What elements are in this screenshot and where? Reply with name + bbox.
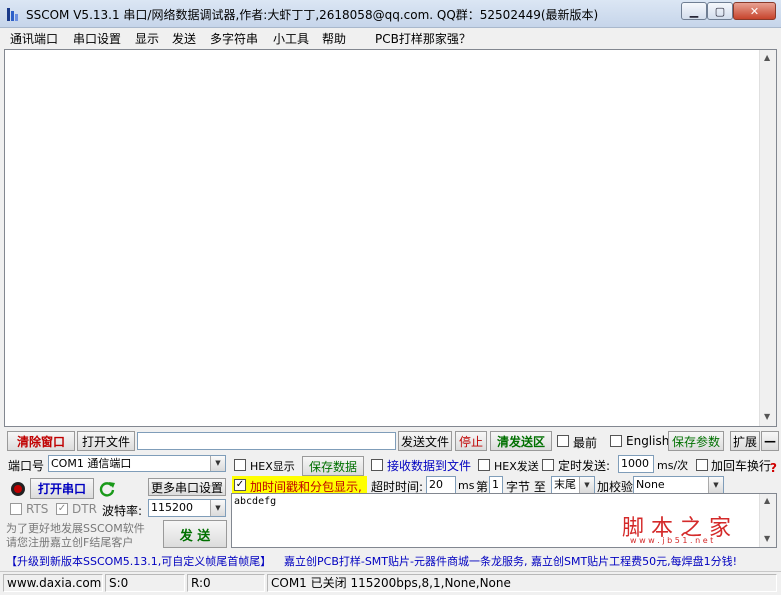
clear-send-button[interactable]: 清发送区 bbox=[490, 431, 552, 451]
rts-checkbox[interactable] bbox=[10, 503, 22, 515]
window-title: SSCOM V5.13.1 串口/网络数据调试器,作者:大虾丁丁,2618058… bbox=[26, 8, 599, 22]
menu-help[interactable]: 帮助 bbox=[322, 30, 346, 47]
byte-end-select[interactable]: 末尾 ▼ bbox=[551, 476, 595, 494]
save-params-button[interactable]: 保存参数 bbox=[668, 431, 724, 451]
chevron-down-icon[interactable]: ▼ bbox=[579, 477, 594, 493]
ticker-promo-link[interactable]: 嘉立创PCB打样-SMT贴片-元器件商城一条龙服务, 嘉立创SMT贴片工程费50… bbox=[284, 553, 737, 569]
menu-bar: 通讯端口 串口设置 显示 发送 多字符串 小工具 帮助 PCB打样那家强？ bbox=[0, 28, 781, 48]
refresh-icon[interactable] bbox=[99, 480, 116, 497]
help-mark-icon[interactable]: ? bbox=[770, 461, 777, 475]
close-button[interactable]: ✕ bbox=[733, 2, 776, 20]
recv-to-file-label: 接收数据到文件 bbox=[387, 459, 472, 473]
recv-to-file-checkbox[interactable] bbox=[371, 459, 383, 471]
send-text: abcdefg bbox=[234, 496, 277, 507]
minimize-button[interactable]: ▁ bbox=[681, 2, 707, 20]
english-checkbox[interactable] bbox=[610, 435, 622, 447]
topmost-checkbox[interactable] bbox=[557, 435, 569, 447]
menu-multi-string[interactable]: 多字符串 bbox=[210, 30, 258, 47]
topmost-label: 最前 bbox=[573, 436, 598, 450]
menu-tools[interactable]: 小工具 bbox=[273, 30, 309, 47]
chevron-down-icon[interactable]: ▼ bbox=[708, 477, 723, 493]
add-crlf-checkbox[interactable] bbox=[696, 459, 708, 471]
more-settings-button[interactable]: 更多串口设置 bbox=[148, 478, 226, 496]
open-port-button[interactable]: 打开串口 bbox=[30, 478, 94, 499]
stop-button[interactable]: 停止 bbox=[455, 431, 487, 451]
hex-display-checkbox[interactable] bbox=[234, 459, 246, 471]
menu-serial-settings[interactable]: 串口设置 bbox=[73, 30, 121, 47]
timeout-input[interactable]: 20 bbox=[426, 476, 456, 494]
byte-index-input[interactable]: 1 bbox=[489, 476, 503, 494]
app-icon bbox=[7, 8, 18, 21]
menu-pcb-promo[interactable]: PCB打样那家强？ bbox=[375, 30, 471, 47]
clear-window-button[interactable]: 清除窗口 bbox=[7, 431, 75, 451]
hex-send-checkbox[interactable] bbox=[478, 459, 490, 471]
baud-select[interactable]: 115200 ▼ bbox=[148, 499, 226, 517]
scroll-down-icon[interactable]: ▼ bbox=[764, 534, 770, 543]
status-sent-count: S:0 bbox=[105, 574, 185, 592]
interval-unit-label: ms/次 bbox=[657, 459, 689, 472]
status-site[interactable]: www.daxia.com bbox=[3, 574, 103, 592]
maximize-button[interactable]: ▢ bbox=[707, 2, 733, 20]
english-label: English bbox=[626, 434, 670, 448]
baud-label: 波特率: bbox=[102, 504, 143, 518]
watermark-url: w w w . j b 5 1 . n e t bbox=[630, 536, 714, 545]
receive-scrollbar[interactable]: ▲ ▼ bbox=[759, 50, 776, 426]
dtr-checkbox[interactable]: ✓ bbox=[56, 503, 68, 515]
add-crlf-label: 加回车换行 bbox=[711, 459, 772, 473]
status-bar: www.daxia.com S:0 R:0 COM1 已关闭 115200bps… bbox=[0, 571, 781, 593]
chevron-down-icon[interactable]: ▼ bbox=[210, 456, 225, 471]
status-port-state: COM1 已关闭 115200bps,8,1,None,None bbox=[267, 574, 777, 592]
rts-label: RTS bbox=[26, 502, 49, 516]
file-path-input[interactable] bbox=[137, 432, 396, 450]
port-status-icon bbox=[11, 482, 25, 496]
scroll-up-icon[interactable]: ▲ bbox=[764, 496, 770, 505]
menu-send[interactable]: 发送 bbox=[172, 30, 196, 47]
port-label: 端口号 bbox=[8, 459, 45, 473]
title-bar[interactable]: SSCOM V5.13.1 串口/网络数据调试器,作者:大虾丁丁,2618058… bbox=[0, 0, 781, 28]
menu-comm-port[interactable]: 通讯端口 bbox=[10, 30, 58, 47]
scroll-down-icon[interactable]: ▼ bbox=[764, 412, 770, 421]
hex-display-label: HEX显示 bbox=[250, 460, 295, 473]
expand-button[interactable]: 扩展 bbox=[730, 431, 760, 451]
menu-display[interactable]: 显示 bbox=[135, 30, 159, 47]
send-file-button[interactable]: 发送文件 bbox=[398, 431, 452, 451]
send-scrollbar[interactable]: ▲ ▼ bbox=[759, 494, 776, 547]
dtr-label: DTR bbox=[72, 502, 97, 516]
promo-line-2: 请您注册嘉立创F结尾客户 bbox=[6, 536, 134, 549]
timed-send-label: 定时发送: bbox=[558, 459, 611, 473]
scroll-up-icon[interactable]: ▲ bbox=[764, 53, 770, 62]
send-area[interactable]: abcdefg 脚 本 之 家 w w w . j b 5 1 . n e t … bbox=[231, 493, 777, 548]
interval-input[interactable]: 1000 bbox=[618, 455, 654, 473]
open-file-button[interactable]: 打开文件 bbox=[77, 431, 135, 451]
timed-send-checkbox[interactable] bbox=[542, 459, 554, 471]
hex-send-label: HEX发送 bbox=[494, 460, 539, 473]
receive-area[interactable]: ▲ ▼ bbox=[4, 49, 777, 427]
save-data-button[interactable]: 保存数据 bbox=[302, 456, 364, 476]
status-received-count: R:0 bbox=[187, 574, 265, 592]
checksum-select[interactable]: None ▼ bbox=[633, 476, 724, 494]
collapse-button[interactable]: — bbox=[761, 431, 779, 451]
ticker-upgrade-link[interactable]: 【升级到新版本SSCOM5.13.1,可自定义帧尾首帧尾】 bbox=[6, 553, 271, 569]
chevron-down-icon[interactable]: ▼ bbox=[210, 500, 225, 516]
send-button[interactable]: 发 送 bbox=[163, 520, 227, 548]
port-select[interactable]: COM1 通信端口 ▼ bbox=[48, 455, 226, 472]
timestamp-checkbox[interactable]: ✓ bbox=[234, 479, 246, 491]
timeout-unit-label: ms bbox=[458, 479, 475, 492]
